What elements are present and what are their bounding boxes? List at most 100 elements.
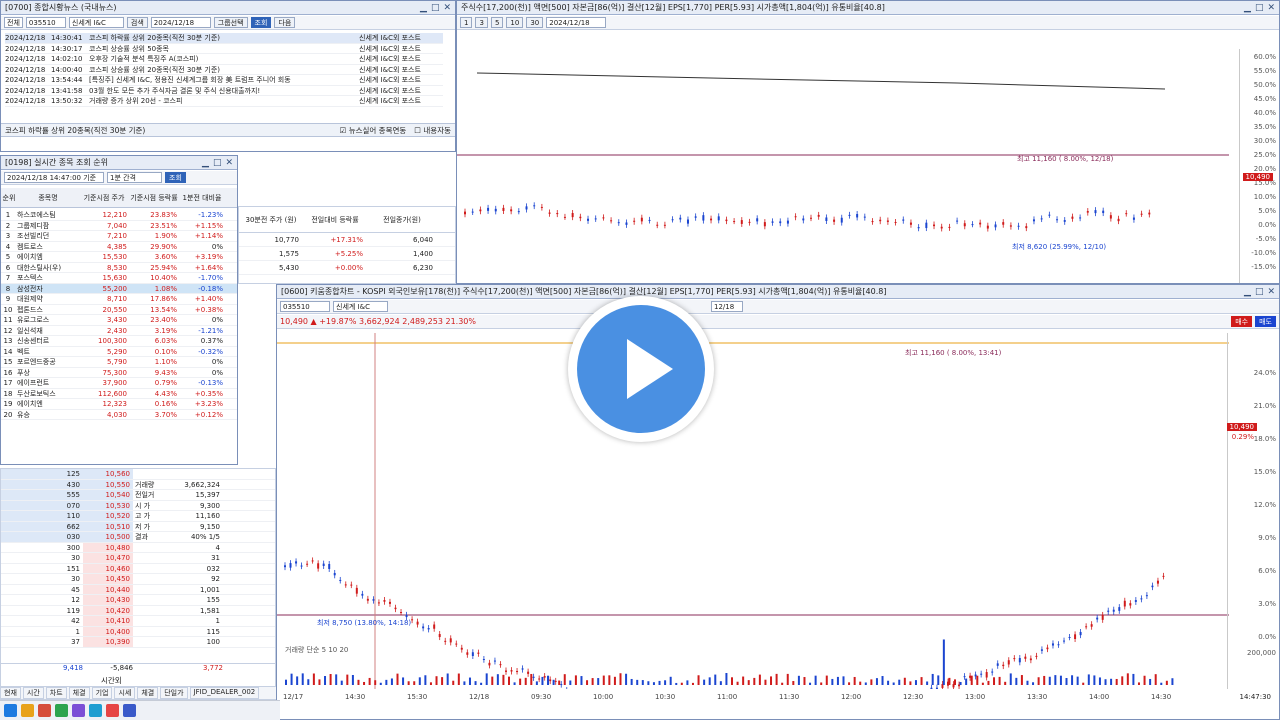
close-icon[interactable]: ✕ bbox=[1267, 287, 1275, 297]
main-code-input[interactable]: 035510 bbox=[280, 301, 330, 312]
period-button[interactable]: 30 bbox=[526, 17, 544, 28]
bottom-tab[interactable]: JFID_DEALER_002 bbox=[189, 687, 260, 699]
rank-row[interactable]: 18 두산로보틱스 112,600 4.43% +0.35% bbox=[1, 389, 237, 399]
rank-date-field[interactable]: 2024/12/18 14:47:00 기준 bbox=[4, 172, 104, 183]
orderbook-row[interactable]: 119 10,420 1,581 bbox=[1, 605, 275, 616]
taskbar-app-icon[interactable] bbox=[55, 704, 68, 717]
news-row[interactable]: 2024/12/18 14:30:17 코스피 상승률 상위 50종목 신세계 I&C… bbox=[5, 44, 443, 54]
period-button[interactable]: 3 bbox=[475, 17, 488, 28]
top-chart-titlebar[interactable]: 주식수[17,200(천)] 액면[500] 자본금[86(억)] 결산[12월… bbox=[457, 1, 1279, 15]
rank-row[interactable]: 16 푸상 75,300 9.43% 0% bbox=[1, 368, 237, 378]
news-row[interactable]: 2024/12/18 13:41:58 03월 한도 모든 추가 주식자금 결론 및… bbox=[5, 86, 443, 96]
orderbook-row[interactable]: 030 10,500 결과 40% 1/5 bbox=[1, 532, 275, 543]
rank-row[interactable]: 12 일신석재 2,430 3.19% -1.21% bbox=[1, 326, 237, 336]
bottom-tab[interactable]: 현재 bbox=[0, 687, 21, 699]
taskbar-app-icon[interactable] bbox=[72, 704, 85, 717]
orderbook-row[interactable]: 12 10,430 155 bbox=[1, 595, 275, 606]
bottom-tab[interactable]: 차트 bbox=[45, 687, 67, 699]
bottom-tab[interactable]: 시세 bbox=[114, 687, 136, 699]
rank-row[interactable]: 2 그룹제디팜 7,040 23.51% +1.15% bbox=[1, 221, 237, 231]
orderbook-row[interactable]: 42 10,410 1 bbox=[1, 616, 275, 627]
taskbar-app-icon[interactable] bbox=[123, 704, 136, 717]
rank-row[interactable]: 6 대한스틸사(우) 8,530 25.94% +1.64% bbox=[1, 263, 237, 273]
bottom-tab[interactable]: 기업 bbox=[91, 687, 113, 699]
next-button[interactable]: 다음 bbox=[274, 17, 296, 28]
news-row[interactable]: 2024/12/18 14:30:41 코스피 하락률 상위 20종목(직전 30분… bbox=[5, 33, 443, 44]
orderbook-row[interactable]: 430 10,550 거래량 3,662,324 bbox=[1, 479, 275, 490]
rank-row[interactable]: 20 유승 4,030 3.70% +0.12% bbox=[1, 410, 237, 420]
maximize-icon[interactable]: □ bbox=[1255, 287, 1264, 297]
rank-row[interactable]: 11 유로그로스 3,430 23.40% 0% bbox=[1, 315, 237, 326]
rank-row[interactable]: 17 에이프런트 37,900 0.79% -0.13% bbox=[1, 378, 237, 389]
minimize-icon[interactable]: ▁ bbox=[202, 158, 209, 168]
query-button[interactable]: 조회 bbox=[165, 172, 186, 183]
rank-row[interactable]: 14 벡트 5,290 0.10% -0.32% bbox=[1, 347, 237, 357]
buy-button[interactable]: 매수 bbox=[1231, 316, 1253, 327]
taskbar-app-icon[interactable] bbox=[4, 704, 17, 717]
minimize-icon[interactable]: ▁ bbox=[1244, 287, 1251, 297]
maximize-icon[interactable]: □ bbox=[213, 158, 222, 168]
close-icon[interactable]: ✕ bbox=[225, 158, 233, 168]
main-date-field[interactable]: 12/18 bbox=[711, 301, 743, 312]
orderbook-row[interactable]: 45 10,440 1,001 bbox=[1, 584, 275, 595]
close-icon[interactable]: ✕ bbox=[443, 3, 451, 13]
minimize-icon[interactable]: ▁ bbox=[1244, 3, 1251, 13]
top-chart-area[interactable]: 최고 11,160 ( 8.00%, 12/18) 최저 8,620 (25.99… bbox=[457, 49, 1279, 284]
orderbook-row[interactable]: 300 10,480 4 bbox=[1, 542, 275, 553]
orderbook-row[interactable]: 555 10,540 전일거 15,397 bbox=[1, 490, 275, 501]
rank-row[interactable]: 19 에이치엔 12,323 0.16% +3.23% bbox=[1, 399, 237, 410]
rank-row[interactable]: 7 포스텍스 15,630 10.40% -1.70% bbox=[1, 273, 237, 284]
news-row[interactable]: 2024/12/18 13:50:32 거래량 증가 상위 20선 - 코스피 신세계… bbox=[5, 96, 443, 107]
orderbook-row[interactable]: 110 10,520 고 가 11,160 bbox=[1, 511, 275, 522]
date-field[interactable]: 2024/12/18 bbox=[150, 17, 211, 28]
main-chart-area[interactable]: 최고 11,160 ( 8.00%, 13:41) 최저 8,750 (13.80… bbox=[277, 333, 1279, 689]
close-icon[interactable]: ✕ bbox=[1267, 3, 1275, 13]
news-row[interactable]: 2024/12/18 14:02:10 오후장 기술적 분석 특징주 A(코스피) 신… bbox=[5, 54, 443, 65]
main-company-field[interactable]: 신세계 I&C bbox=[333, 301, 388, 312]
taskbar-app-icon[interactable] bbox=[106, 704, 119, 717]
company-field[interactable]: 신세계 I&C bbox=[68, 17, 124, 28]
orderbook-row[interactable]: 151 10,460 032 bbox=[1, 563, 275, 574]
rank-row[interactable]: 10 펩톤드스 20,550 13.54% +0.38% bbox=[1, 305, 237, 315]
code-input[interactable]: 035510 bbox=[25, 17, 66, 28]
bottom-tab[interactable]: 체결 bbox=[68, 687, 90, 699]
news-row[interactable]: 2024/12/18 14:00:40 코스피 상승률 상위 20종목(직전 30분… bbox=[5, 65, 443, 75]
all-filter[interactable]: 전체 bbox=[4, 17, 23, 28]
orderbook-row[interactable]: 1 10,400 115 bbox=[1, 626, 275, 637]
main-chart-titlebar[interactable]: [0600] 키움종합차트 - KOSPI 외국인보유[178(천)] 주식수[… bbox=[277, 285, 1279, 299]
minimize-icon[interactable]: ▁ bbox=[420, 3, 427, 13]
orderbook-row[interactable]: 37 10,390 100 bbox=[1, 637, 275, 648]
taskbar-app-icon[interactable] bbox=[89, 704, 102, 717]
top-chart-date[interactable]: 2024/12/18 bbox=[546, 17, 607, 28]
bottom-tab[interactable]: 단일가 bbox=[160, 687, 188, 699]
after-hours-label[interactable]: 시간외 bbox=[101, 675, 122, 686]
orderbook-row[interactable]: 30 10,470 31 bbox=[1, 553, 275, 564]
rank-window-titlebar[interactable]: [0198] 실시간 종목 조회 순위 ▁ □ ✕ bbox=[1, 156, 237, 170]
video-play-button[interactable] bbox=[568, 296, 714, 442]
maximize-icon[interactable]: □ bbox=[1255, 3, 1264, 13]
orderbook-row[interactable]: 125 10,560 bbox=[1, 469, 275, 480]
taskbar-app-icon[interactable] bbox=[21, 704, 34, 717]
rank-row[interactable]: 1 하스코에스팀 12,210 23.83% -1.23% bbox=[1, 210, 237, 221]
taskbar-app-icon[interactable] bbox=[38, 704, 51, 717]
orderbook-row[interactable]: 070 10,530 시 가 9,300 bbox=[1, 500, 275, 511]
top-candle-chart[interactable]: 최고 11,160 ( 8.00%, 12/18) 최저 8,620 (25.99… bbox=[457, 49, 1229, 284]
main-candle-chart[interactable]: 최고 11,160 ( 8.00%, 13:41) 최저 8,750 (13.80… bbox=[277, 333, 1229, 689]
rank-row[interactable]: 8 삼성전자 55,200 1.08% -0.18% bbox=[1, 283, 237, 294]
period-button[interactable]: 5 bbox=[490, 17, 504, 28]
rank-row[interactable]: 13 신송센터르 100,300 6.03% 0.37% bbox=[1, 336, 237, 347]
rank-row[interactable]: 3 조선빌리던 7,210 1.90% +1.14% bbox=[1, 231, 237, 242]
auto-content-checkbox[interactable]: ☐ 내용자동 bbox=[414, 125, 451, 136]
maximize-icon[interactable]: □ bbox=[431, 3, 440, 13]
sell-button[interactable]: 매도 bbox=[1255, 316, 1276, 327]
bottom-tab[interactable]: 체결 bbox=[137, 687, 159, 699]
search-button[interactable]: 검색 bbox=[126, 17, 148, 28]
period-button[interactable]: 1 bbox=[460, 17, 473, 28]
rank-row[interactable]: 4 켐트로스 4,385 29.90% 0% bbox=[1, 242, 237, 252]
orderbook-row[interactable]: 662 10,510 저 가 9,150 bbox=[1, 521, 275, 532]
interval-select[interactable]: 1분 간격 bbox=[107, 172, 162, 183]
rank-row[interactable]: 15 포르엔드중공 5,790 1.10% 0% bbox=[1, 357, 237, 368]
news-window-titlebar[interactable]: [0700] 종합시황뉴스 (국내뉴스) ▁ □ ✕ bbox=[1, 1, 455, 15]
rank-row[interactable]: 5 에이치엠 15,530 3.60% +3.19% bbox=[1, 252, 237, 263]
period-button[interactable]: 10 bbox=[506, 17, 524, 28]
